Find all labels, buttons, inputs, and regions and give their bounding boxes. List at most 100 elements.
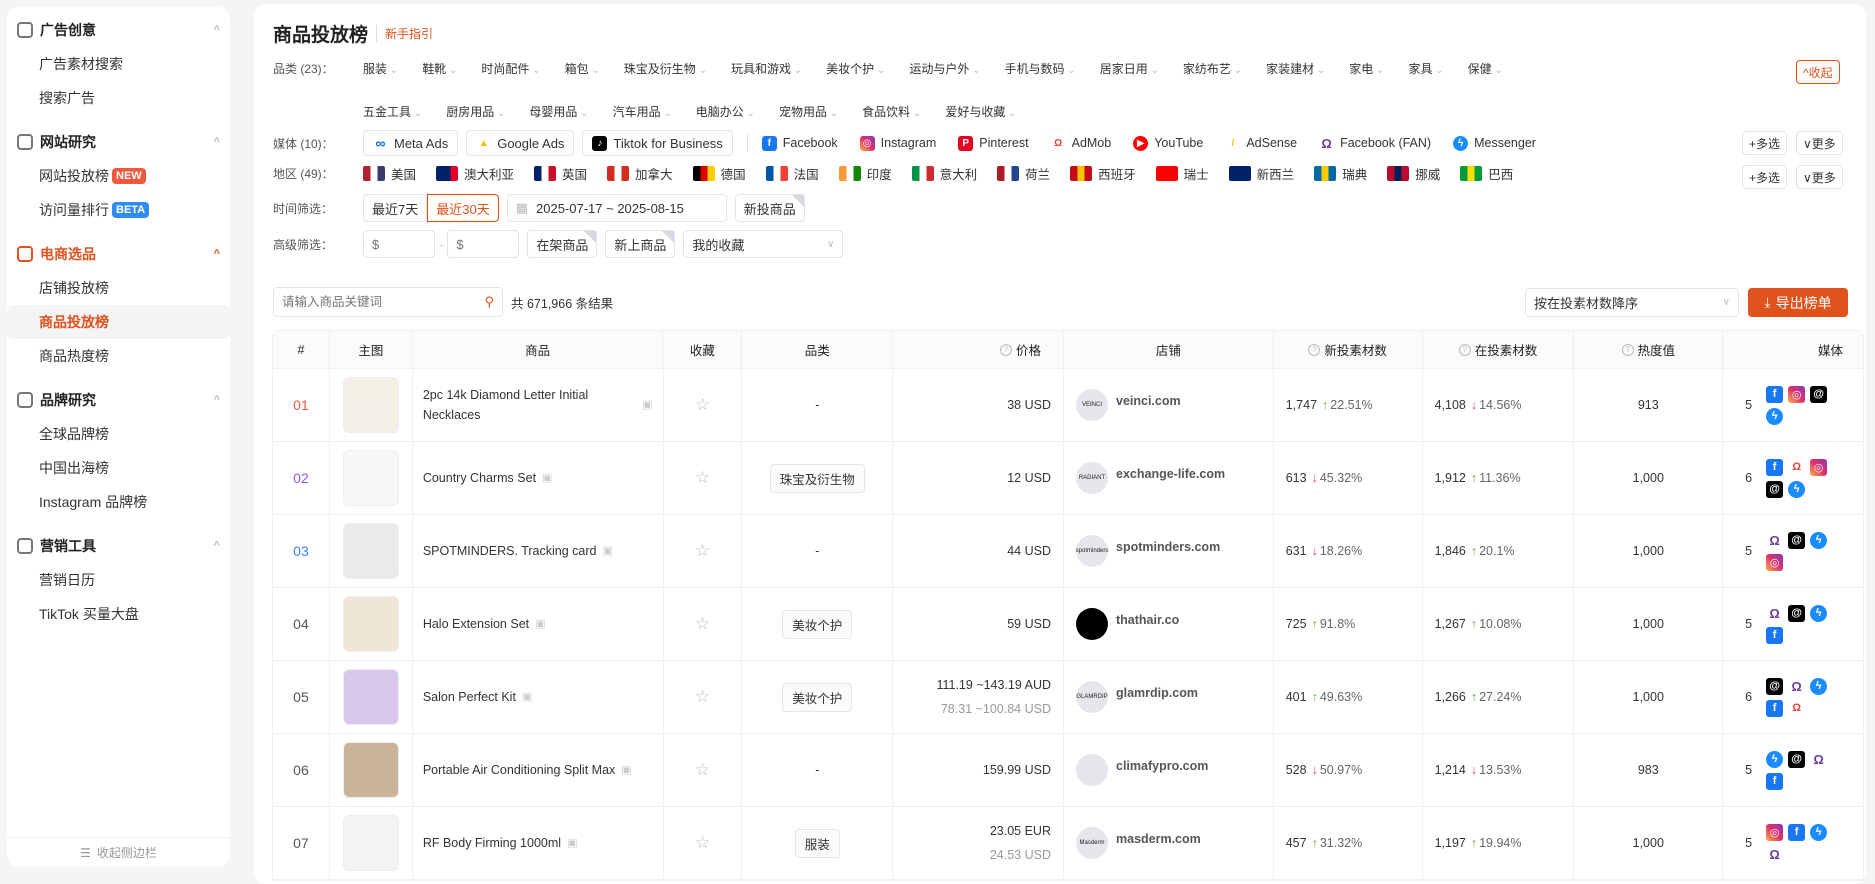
image-search-icon[interactable]: ▣ [522,687,532,707]
sidebar-item[interactable]: 营销日历 [7,563,230,597]
date-range-picker[interactable]: ▦ 2025-07-17 ~ 2025-08-15 [506,194,727,222]
category-dropdown[interactable]: 鞋靴 [422,60,457,77]
product-name[interactable]: Halo Extension Set [423,614,529,634]
column-header[interactable]: # [273,331,330,368]
category-dropdown[interactable]: 食品饮料 [862,103,921,120]
category-dropdown[interactable]: 家具 [1408,60,1443,77]
category-dropdown[interactable]: 箱包 [565,60,600,77]
category-dropdown[interactable]: 保健 [1468,60,1503,77]
image-search-icon[interactable]: ▣ [567,833,577,853]
chevron-up-icon[interactable]: ^ [214,248,220,260]
product-name[interactable]: Country Charms Set [423,468,536,488]
sidebar-item[interactable]: 商品投放榜 [7,305,230,339]
star-icon[interactable]: ☆ [695,468,710,488]
region-option[interactable]: 挪威 [1387,164,1440,183]
chevron-up-icon[interactable]: ^ [214,136,220,148]
chevron-up-icon[interactable]: ^ [214,24,220,36]
star-icon[interactable]: ☆ [695,395,710,415]
product-name[interactable]: 2pc 14k Diamond Letter Initial Necklaces [423,385,636,425]
region-option[interactable]: 法国 [765,164,819,183]
category-dropdown[interactable]: 母婴用品 [529,103,588,120]
table-row[interactable]: 04 Halo Extension Set ▣ ☆ 美妆个护 59 USD thathair… [273,588,1863,661]
media-option[interactable]: f Facebook [761,135,838,151]
column-header[interactable]: ? 热度值 [1574,331,1724,368]
table-row[interactable]: 01 2pc 14k Diamond Letter Initial Necklac… [273,369,1863,442]
sidebar-item[interactable]: 中国出海榜 [7,451,230,485]
region-option[interactable]: 德国 [692,164,746,183]
column-header[interactable]: 品类 [742,331,894,368]
store-name[interactable]: thathair.co [1116,613,1179,627]
table-row[interactable]: 03 SPOTMINDERS. Tracking card ▣ ☆ - 44 USD spo… [273,515,1863,588]
category-dropdown[interactable]: 电脑办公 [696,103,755,120]
help-icon[interactable]: ? [1308,343,1321,356]
star-icon[interactable]: ☆ [695,833,710,853]
store-name[interactable]: veinci.com [1116,394,1181,408]
chevron-up-icon[interactable]: ^ [214,394,220,406]
collapse-sidebar-button[interactable]: ☰ 收起侧边栏 [7,837,230,867]
sort-select[interactable]: 按在投素材数降序 ∨ [1525,288,1739,317]
product-image[interactable] [342,377,399,433]
category-dropdown[interactable]: 玩具和游戏 [731,60,802,77]
star-icon[interactable]: ☆ [695,687,710,707]
image-search-icon[interactable]: ▣ [642,395,652,415]
media-option[interactable]: P Pinterest [958,135,1029,151]
help-icon[interactable]: ? [1621,343,1634,356]
category-dropdown[interactable]: 厨房用品 [446,103,505,120]
table-row[interactable]: 05 Salon Perfect Kit ▣ ☆ 美妆个护 111.19 ~143.19 … [273,661,1863,734]
region-option[interactable]: 澳大利亚 [436,164,514,183]
column-header[interactable]: 商品 [413,331,664,368]
media-chip[interactable]: ♪ Tiktok for Business [582,130,733,156]
media-option[interactable]: Ω AdMob [1050,135,1111,151]
store-name[interactable]: climafypro.com [1116,759,1208,773]
category-dropdown[interactable]: 服装 [363,60,398,77]
region-option[interactable]: 瑞士 [1155,164,1209,183]
help-icon[interactable]: ? [1000,343,1012,356]
region-option[interactable]: 意大利 [911,164,977,183]
star-icon[interactable]: ☆ [695,541,710,561]
product-name[interactable]: SPOTMINDERS. Tracking card [423,541,597,561]
table-row[interactable]: 06 Portable Air Conditioning Split Max ▣ ☆ -… [273,734,1863,807]
new-products-toggle[interactable]: 新投商品 [734,194,805,222]
media-option[interactable]: / AdSense [1225,135,1297,151]
product-name[interactable]: RF Body Firming 1000ml [423,833,561,853]
region-option[interactable]: 西班牙 [1070,164,1136,183]
store-name[interactable]: spotminders.com [1116,540,1220,554]
region-option[interactable]: 美国 [363,164,416,183]
search-input[interactable] [282,295,462,309]
table-row[interactable]: 07 RF Body Firming 1000ml ▣ ☆ 服装 23.05 EUR 24.… [273,807,1863,880]
image-search-icon[interactable]: ▣ [535,614,545,634]
collapse-filters-button[interactable]: ^收起 [1796,60,1840,84]
column-header[interactable]: 店铺 [1064,331,1274,368]
media-option[interactable]: ◎ Instagram [859,135,936,151]
column-header[interactable]: ? 价格 [893,331,1065,368]
media-multi-select[interactable]: +多选 [1742,131,1788,155]
category-dropdown[interactable]: 时尚配件 [481,60,540,77]
region-option[interactable]: 新西兰 [1228,164,1294,183]
region-option[interactable]: 印度 [838,164,892,183]
table-row[interactable]: 02 Country Charms Set ▣ ☆ 珠宝及衍生物 12 USD RADIAN… [273,442,1863,515]
search-icon[interactable]: ⚲ [484,294,494,310]
image-search-icon[interactable]: ▣ [542,468,552,488]
product-image[interactable] [342,815,399,871]
sidebar-item[interactable]: Instagram 品牌榜 [7,485,230,519]
category-dropdown[interactable]: 宠物用品 [779,103,838,120]
on-shelf-toggle[interactable]: 在架商品 [527,230,598,258]
sidebar-group-header[interactable]: 电商选品 ^ [7,237,230,271]
region-option[interactable]: 加拿大 [607,164,673,183]
sidebar-item[interactable]: 搜索广告 [7,81,230,115]
media-option[interactable]: ▶ YouTube [1133,135,1203,151]
sidebar-item[interactable]: TikTok 买量大盘 [7,597,230,631]
category-dropdown[interactable]: 五金工具 [363,103,422,120]
price-min-input[interactable] [363,230,435,258]
media-chip[interactable]: ∞ Meta Ads [363,130,459,156]
help-icon[interactable]: ? [1458,343,1471,356]
media-chip[interactable]: ▲ Google Ads [466,130,575,156]
product-image[interactable] [342,596,399,652]
region-option[interactable]: 英国 [534,164,587,183]
column-header[interactable]: ? 新投素材数 [1274,331,1423,368]
price-max-input[interactable] [447,230,520,258]
category-dropdown[interactable]: 运动与户外 [909,60,980,77]
favorites-select[interactable]: 我的收藏 ∨ [683,230,844,258]
sidebar-group-header[interactable]: 品牌研究 ^ [7,383,230,417]
product-image[interactable] [342,523,399,579]
